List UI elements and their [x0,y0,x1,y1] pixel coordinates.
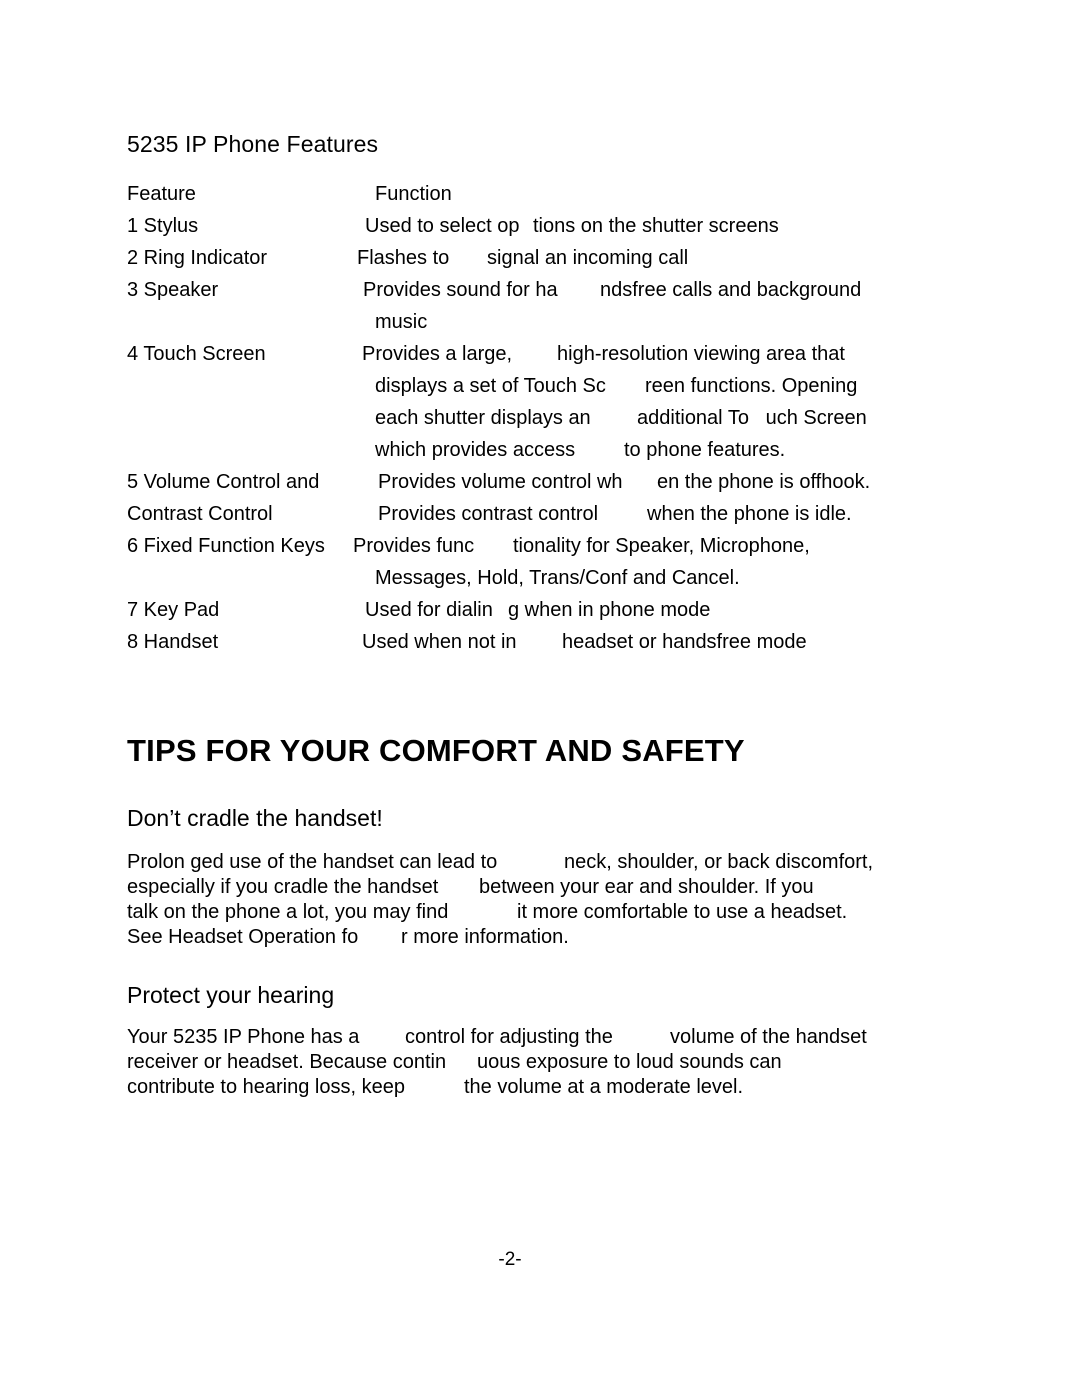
table-row: each shutter displays an additional To uc… [0,402,1080,434]
table-row: displays a set of Touch Sc reen functions… [0,370,1080,402]
section-heading: 5235 IP Phone Features [127,131,379,157]
text-run: r more information. [401,926,569,948]
table-cell-feature: 7 Key Pad [127,599,220,621]
table-cell-function: tions on the shutter screens [533,215,779,237]
table-cell-function: Used when not in [362,631,517,653]
page-number: -2- [498,1249,522,1270]
paragraph-dont-cradle: Prolon ged use of the handset can lead t… [127,850,1027,950]
table-row: Messages, Hold, Trans/Conf and Cancel. [0,562,1080,594]
table-cell-feature: 3 Speaker [127,279,219,301]
table-cell-function: each shutter displays an [375,407,591,429]
paragraph-line: contribute to hearing loss, keep the volu… [127,1075,1027,1100]
text-run: uous exposure to loud sounds can [477,1051,782,1073]
table-cell-function: displays a set of Touch Sc [375,375,606,397]
table-cell-function: Flashes to [357,247,450,269]
table-cell-function: ndsfree calls and background [600,279,862,301]
text-run: See Headset Operation fo [127,926,359,948]
table-row: 2 Ring Indicator Flashes to signal an inco… [0,242,1080,274]
table-cell-function: music [375,311,428,333]
table-cell-function: Provides a large, [362,343,513,365]
table-row: 4 Touch Screen Provides a large, high-reso… [0,338,1080,370]
paragraph-protect-hearing: Your 5235 IP Phone has a control for adju… [127,1025,1027,1100]
table-row: 8 Handset Used when not in headset or hand… [0,626,1080,658]
paragraph-line: especially if you cradle the handset betw… [127,875,1027,900]
table-row: Contrast Control Provides contrast contro… [0,498,1080,530]
table-cell-function: headset or handsfree mode [562,631,807,653]
subheading-protect-hearing: Protect your hearing [127,982,335,1008]
table-cell-function: reen functions. Opening [645,375,858,397]
paragraph-line: Your 5235 IP Phone has a control for adju… [127,1025,1027,1050]
table-cell-function: to phone features. [624,439,786,461]
table-cell-function: en the phone is offhook. [657,471,871,493]
paragraph-line: Prolon ged use of the handset can lead t… [127,850,1027,875]
tips-heading: TIPS FOR YOUR COMFORT AND SAFETY [127,733,745,768]
table-row: 6 Fixed Function Keys Provides func tional… [0,530,1080,562]
table-cell-function: Provides volume control wh [378,471,623,493]
page-footer: -2- [0,1248,1080,1272]
table-cell-function: tionality for Speaker, Microphone, [513,535,810,557]
table-cell-function: Used to select op [365,215,520,237]
table-cell-function: Function [375,183,452,205]
table-row: 5 Volume Control and Provides volume cont… [0,466,1080,498]
text-run: Prolon ged use of the handset can lead t… [127,851,498,873]
text-run: talk on the phone a lot, you may find [127,901,449,923]
table-cell-function: Messages, Hold, Trans/Conf and Cancel. [375,567,740,589]
table-cell-function: Provides sound for ha [363,279,558,301]
table-cell-function: Used for dialin [365,599,493,621]
subheading-dont-cradle: Don’t cradle the handset! [127,805,383,831]
table-row: 1 Stylus Used to select op tions on the sh… [0,210,1080,242]
table-cell-function: high-resolution viewing area that [557,343,845,365]
table-cell-function: which provides access [375,439,576,461]
table-cell-function: Provides contrast control [378,503,599,525]
text-run: it more comfortable to use a headset. [517,901,848,923]
table-cell-function: when the phone is idle. [647,503,852,525]
table-cell-function: additional To uch Screen [637,407,867,429]
paragraph-line: receiver or headset. Because contin uous … [127,1050,1027,1075]
text-run: the volume at a moderate level. [464,1076,744,1098]
text-run: Your 5235 IP Phone has a [127,1026,360,1048]
document-page: 5235 IP Phone Features Feature Function 1 … [0,0,1080,1397]
table-cell-feature: 6 Fixed Function Keys [127,535,325,557]
text-run: volume of the handset [670,1026,867,1048]
text-run: neck, shoulder, or back discomfort, [564,851,874,873]
text-run: especially if you cradle the handset [127,876,439,898]
table-cell-feature: 2 Ring Indicator [127,247,268,269]
table-cell-feature: 1 Stylus [127,215,199,237]
table-cell-function: Provides func [353,535,475,557]
text-run: between your ear and shoulder. If you [479,876,814,898]
table-cell-feature: 8 Handset [127,631,219,653]
text-run: receiver or headset. Because contin [127,1051,447,1073]
table-cell-feature: 4 Touch Screen [127,343,266,365]
table-header-row: Feature Function [0,178,1080,210]
table-cell-function: g when in phone mode [508,599,711,621]
paragraph-line: See Headset Operation fo r more informati… [127,925,1027,950]
table-cell-feature: Contrast Control [127,503,273,525]
table-row: which provides access to phone features. [0,434,1080,466]
table-cell-feature: 5 Volume Control and [127,471,320,493]
table-cell-function: signal an incoming call [487,247,689,269]
table-cell-feature: Feature [127,183,196,205]
feature-function-table: Feature Function 1 Stylus Used to select op… [0,178,1080,658]
text-run: control for adjusting the [405,1026,613,1048]
table-row: 3 Speaker Provides sound for ha ndsfree ca… [0,274,1080,306]
table-row: 7 Key Pad Used for dialin g when in phone … [0,594,1080,626]
paragraph-line: talk on the phone a lot, you may find it … [127,900,1027,925]
table-row: music [0,306,1080,338]
text-run: contribute to hearing loss, keep [127,1076,405,1098]
